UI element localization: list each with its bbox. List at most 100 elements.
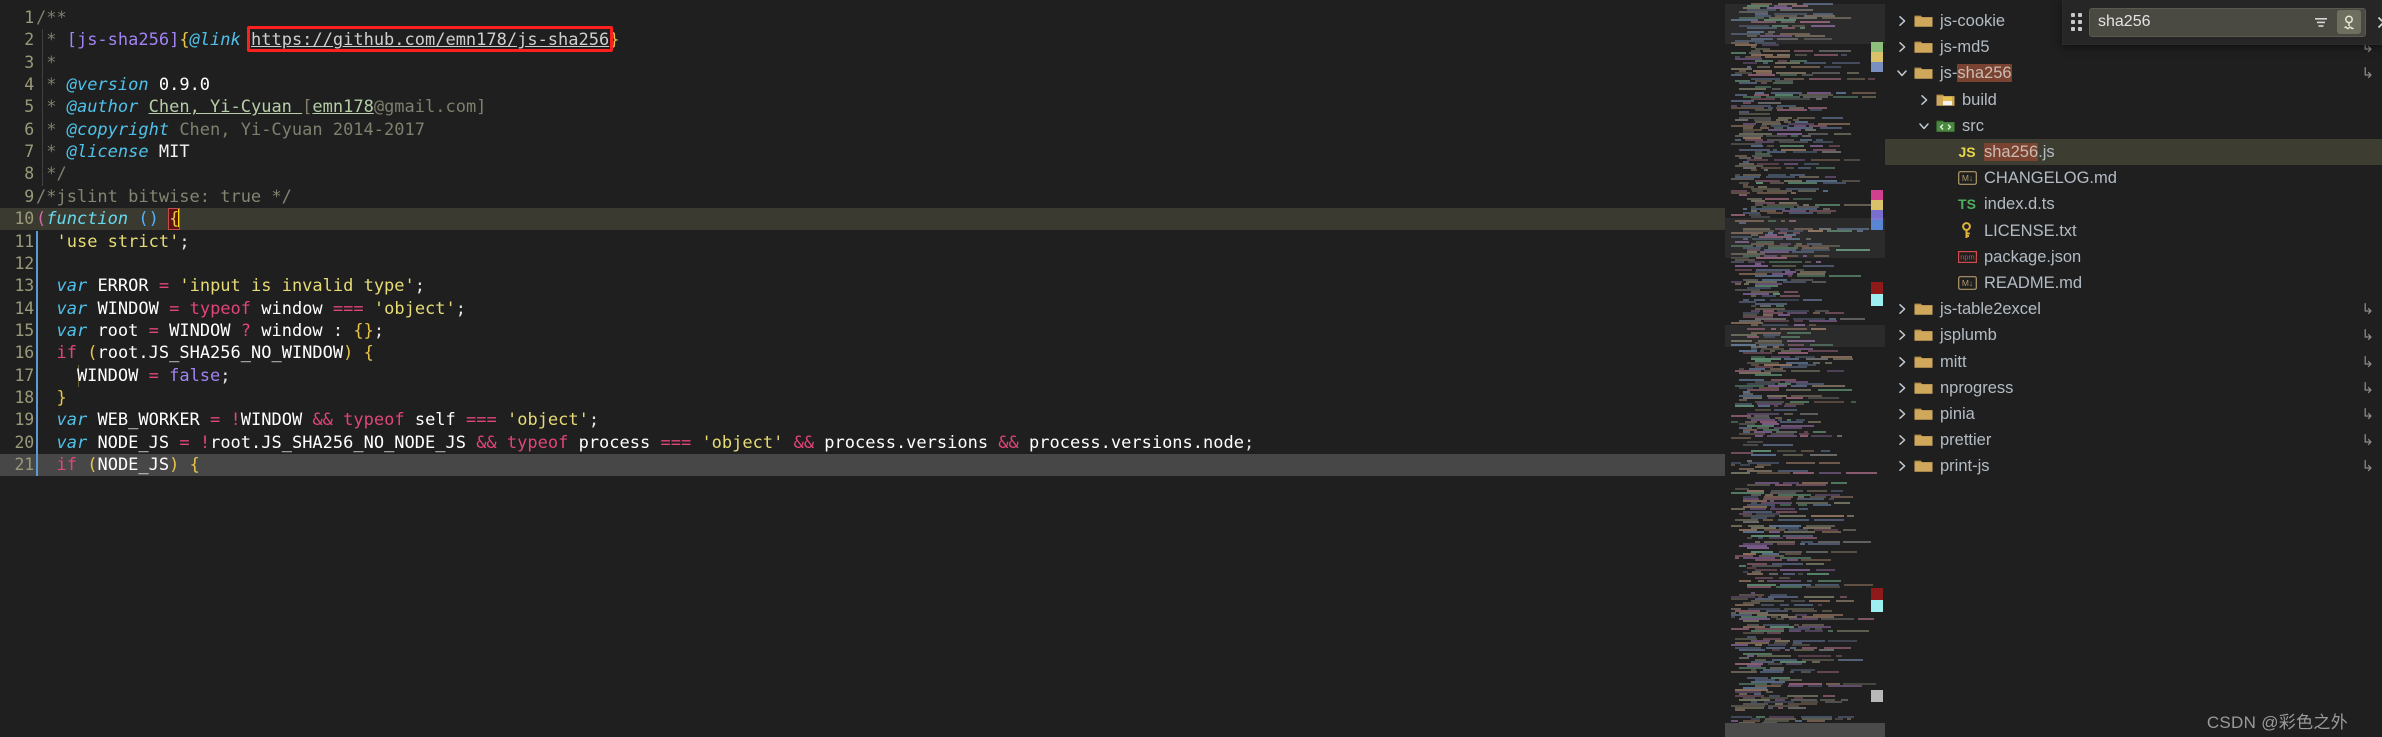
explorer-item-label: index.d.ts	[1984, 195, 2055, 214]
code-line[interactable]: 5 * @author Chen, Yi-Cyuan [emn178@gmail…	[0, 96, 1725, 119]
code-token: ERROR	[87, 276, 159, 297]
explorer-item-prettier[interactable]: prettier ↳	[1885, 427, 2382, 453]
code-text: *	[36, 52, 56, 74]
explorer-item-jsplumb[interactable]: jsplumb ↳	[1885, 322, 2382, 348]
find-input[interactable]	[2098, 13, 2305, 31]
code-line[interactable]: 15 var root = WINDOW ? window : {};	[0, 319, 1725, 343]
minimap-line	[1802, 74, 1813, 77]
code-token: 'object'	[701, 432, 784, 453]
code-token: {}	[353, 320, 374, 341]
code-line[interactable]: 13 var ERROR = 'input is invalid type';	[0, 275, 1725, 298]
explorer-item-build[interactable]: build	[1885, 87, 2382, 113]
minimap-line	[1751, 98, 1775, 101]
line-number: 10	[14, 209, 35, 229]
close-icon[interactable]	[2372, 11, 2382, 33]
explorer-item-readme-md[interactable]: M↓ README.md	[1885, 270, 2382, 296]
editor-minimap[interactable]	[1725, 0, 1885, 737]
key-icon	[1957, 221, 1977, 240]
find-widget[interactable]	[2062, 0, 2382, 45]
explorer-item-label: README.md	[1984, 274, 2083, 292]
chevron-right-icon[interactable]	[1895, 433, 1909, 447]
find-input-wrapper[interactable]	[2089, 7, 2366, 37]
explorer-item-pinia[interactable]: pinia ↳	[1885, 401, 2382, 427]
code-token: &&	[998, 432, 1019, 453]
code-line[interactable]: 21 if (NODE_JS) {	[0, 454, 1725, 477]
match-whole-word-icon[interactable]	[2337, 10, 2361, 34]
code-line[interactable]: 2 * [js-sha256]{@link https://github.com…	[0, 29, 1725, 52]
minimap-line	[1740, 463, 1750, 466]
code-line[interactable]: 6 * @copyright Chen, Yi-Cyuan 2014-2017	[0, 118, 1725, 142]
minimap-line	[1818, 388, 1852, 391]
folder-collapse-indicator: ↳	[2361, 300, 2374, 319]
minimap-decoration	[1871, 690, 1883, 702]
code-token: Chen, Yi-Cyuan 2014-2017	[169, 119, 425, 140]
code-line[interactable]: 11 'use strict';	[0, 230, 1725, 253]
explorer-item-sha256-js[interactable]: JS sha256.js	[1885, 139, 2382, 166]
chevron-down-icon[interactable]	[1917, 119, 1931, 133]
minimap-line	[1791, 384, 1807, 387]
minimap-secondary-slider[interactable]	[1725, 218, 1885, 258]
code-line[interactable]: 3 *	[0, 51, 1725, 75]
minimap-line	[1807, 350, 1839, 353]
code-line[interactable]: 12	[0, 252, 1725, 276]
minimap-line	[1758, 404, 1771, 407]
minimap-line	[1760, 670, 1784, 673]
explorer-item-print-js[interactable]: print-js ↳	[1885, 453, 2382, 479]
file-explorer-tree[interactable]: js-cookie js-md5 ↳ js-sha256 ↳ build src JS sha2…	[1885, 0, 2382, 737]
chevron-right-icon[interactable]	[1895, 355, 1909, 369]
code-token: ;	[373, 320, 385, 341]
minimap-line	[1775, 61, 1800, 64]
code-token: root	[87, 320, 149, 341]
explorer-item-changelog-md[interactable]: M↓ CHANGELOG.md	[1885, 165, 2382, 191]
minimap-tertiary-slider[interactable]	[1725, 325, 1885, 347]
minimap-viewport-slider[interactable]	[1725, 4, 1885, 44]
code-line[interactable]: 8 */	[0, 163, 1725, 186]
minimap-line	[1731, 524, 1743, 527]
drag-handle-icon[interactable]	[2069, 11, 2083, 33]
code-line[interactable]: 10 (function () {	[0, 208, 1725, 231]
code-line[interactable]: 18 }	[0, 386, 1725, 410]
code-line[interactable]: 20 var NODE_JS = !root.JS_SHA256_NO_NODE…	[0, 431, 1725, 454]
code-line[interactable]: 19 var WEB_WORKER = !WINDOW && typeof se…	[0, 409, 1725, 432]
chevron-right-icon[interactable]	[1895, 407, 1909, 421]
code-text: * @copyright Chen, Yi-Cyuan 2014-2017	[36, 119, 425, 141]
chevron-right-icon[interactable]	[1895, 14, 1909, 28]
explorer-item-license-txt[interactable]: LICENSE.txt	[1885, 218, 2382, 244]
explorer-item-nprogress[interactable]: nprogress ↳	[1885, 375, 2382, 401]
minimap-line	[1807, 719, 1826, 722]
code-line[interactable]: 16 if (root.JS_SHA256_NO_WINDOW) {	[0, 342, 1725, 365]
explorer-item-src[interactable]: src	[1885, 113, 2382, 139]
explorer-item-js-table2excel[interactable]: js-table2excel ↳	[1885, 296, 2382, 322]
code-editor[interactable]: 1/** 2 * [js-sha256]{@link https://github…	[0, 0, 1725, 737]
minimap-line	[1828, 145, 1841, 148]
chevron-right-icon[interactable]	[1895, 459, 1909, 473]
minimap-line	[1739, 82, 1757, 85]
code-line[interactable]: 14 var WINDOW = typeof window === 'objec…	[0, 297, 1725, 320]
explorer-item-js-sha256[interactable]: js-sha256 ↳	[1885, 60, 2382, 86]
minimap-line	[1780, 504, 1792, 507]
code-line[interactable]: 1/**	[0, 7, 1725, 29]
chevron-right-icon[interactable]	[1895, 40, 1909, 54]
chevron-down-icon[interactable]	[1895, 66, 1909, 80]
horizontal-scrollbar[interactable]	[1725, 723, 1885, 737]
minimap-line	[1812, 504, 1831, 507]
minimap-line	[1867, 78, 1875, 81]
minimap-line	[1735, 557, 1740, 560]
chevron-right-icon[interactable]	[1895, 302, 1909, 316]
explorer-item-package-json[interactable]: npm package.json	[1885, 244, 2382, 270]
code-line[interactable]: 4 * @version 0.9.0	[0, 74, 1725, 97]
code-line[interactable]: 7 * @license MIT	[0, 141, 1725, 164]
chevron-right-icon[interactable]	[1895, 381, 1909, 395]
code-line[interactable]: 9/*jslint bitwise: true */	[0, 186, 1725, 208]
explorer-item-index-d-ts[interactable]: TS index.d.ts	[1885, 191, 2382, 217]
line-number: 21	[14, 455, 35, 474]
minimap-line	[1833, 502, 1851, 505]
filter-icon[interactable]	[2309, 10, 2333, 34]
chevron-right-icon[interactable]	[1917, 93, 1931, 107]
minimap-line	[1842, 528, 1856, 531]
chevron-right-icon[interactable]	[1895, 328, 1909, 342]
code-line[interactable]: 17 WINDOW = false;	[0, 364, 1725, 387]
explorer-item-mitt[interactable]: mitt ↳	[1885, 349, 2382, 375]
minimap-line	[1843, 540, 1871, 543]
